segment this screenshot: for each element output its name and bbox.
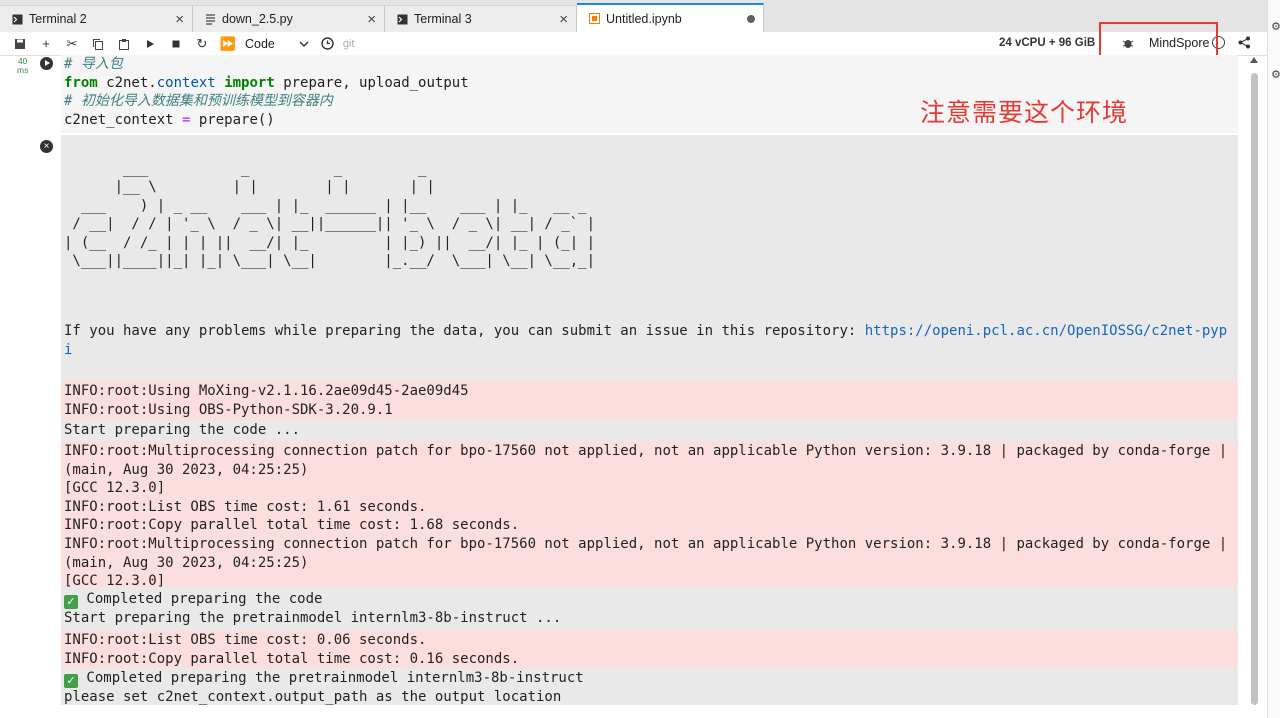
file-icon <box>205 13 216 25</box>
debugger-icon[interactable]: ⚙ <box>1271 68 1280 81</box>
log-line: Start preparing the code ... <box>64 422 301 438</box>
log-line: [GCC 12.3.0] <box>64 480 166 497</box>
stdout-block: Start preparing the code ... <box>61 420 1238 439</box>
code-token: . <box>148 74 157 91</box>
problem-text: If you have any problems while preparing… <box>64 323 865 339</box>
exec-time-unit: ms <box>17 65 29 75</box>
tab-label: down_2.5.py <box>222 12 293 26</box>
terminal-icon <box>12 14 23 25</box>
close-icon[interactable]: × <box>175 11 184 28</box>
add-cell-icon[interactable]: + <box>33 33 59 55</box>
log-line: [GCC 12.3.0] <box>64 573 166 590</box>
code-token: # 初始化导入数据集和预训练模型到容器内 <box>64 93 333 110</box>
code-token: c2net <box>97 74 149 91</box>
scrollbar-thumb[interactable] <box>1251 73 1258 705</box>
log-line: INFO:root:Using OBS-Python-SDK-3.20.9.1 <box>64 401 393 418</box>
stdout-block: ✓ Completed preparing the code Start prep… <box>61 589 1238 628</box>
tab-bar: Terminal 2 × down_2.5.py × Terminal 3 × … <box>0 0 1280 32</box>
cut-icon[interactable]: ✂ <box>59 33 85 55</box>
log-line: INFO:root:Multiprocessing connection pat… <box>64 443 1228 459</box>
code-token: import <box>224 74 275 91</box>
code-token: # 导入包 <box>64 56 123 72</box>
log-line: ✓ Completed preparing the pretrainmodel … <box>64 669 1238 688</box>
check-icon: ✓ <box>64 674 78 688</box>
log-line: INFO:root:Using MoXing-v2.1.16.2ae09d45-… <box>64 383 469 399</box>
copy-icon[interactable] <box>85 33 111 55</box>
chevron-down-icon <box>299 37 309 51</box>
code-line: # 初始化导入数据集和预训练模型到容器内 <box>64 92 469 111</box>
log-line: please set c2net_context.output_path as … <box>64 689 562 705</box>
tab-terminal-2[interactable]: Terminal 2 × <box>0 5 193 32</box>
notebook-icon <box>589 13 600 24</box>
resource-indicator: 24 vCPU + 96 GiB <box>999 37 1096 49</box>
annotation-note: 注意需要这个环境 <box>920 99 1129 127</box>
tab-label: Untitled.ipynb <box>606 11 682 26</box>
check-icon: ✓ <box>64 595 78 609</box>
code-token: from <box>64 74 98 91</box>
tab-down-2-5-py[interactable]: down_2.5.py × <box>193 5 385 32</box>
clock-icon[interactable] <box>315 33 341 55</box>
code-token: c2net_context <box>64 111 183 128</box>
cell-type-select[interactable]: Code <box>245 37 309 51</box>
problem-message: If you have any problems while preparing… <box>64 322 1227 341</box>
paste-icon[interactable] <box>111 33 137 55</box>
run-icon[interactable] <box>137 33 163 55</box>
repo-link-continued[interactable]: i <box>64 341 72 360</box>
tab-label: Terminal 3 <box>414 12 472 26</box>
property-inspector-icon[interactable]: ⚙ <box>1271 20 1280 33</box>
log-line: INFO:root:List OBS time cost: 1.61 secon… <box>64 498 427 515</box>
close-icon[interactable]: × <box>367 11 376 28</box>
stop-icon[interactable] <box>163 33 189 55</box>
tab-untitled-ipynb[interactable]: Untitled.ipynb <box>577 3 764 32</box>
log-line: INFO:root:List OBS time cost: 0.06 secon… <box>64 632 427 648</box>
cell-type-value: Code <box>245 36 275 51</box>
code-token: context <box>156 74 216 91</box>
log-line: INFO:root:Copy parallel total time cost:… <box>64 517 520 534</box>
git-label[interactable]: git <box>343 38 355 50</box>
stderr-block: INFO:root:List OBS time cost: 0.06 secon… <box>61 630 1238 668</box>
log-line: ✓ Completed preparing the code <box>64 590 1238 609</box>
scroll-up-icon[interactable] <box>1250 57 1258 63</box>
terminal-icon <box>397 14 408 25</box>
fast-forward-icon[interactable]: ⏩ <box>215 33 241 55</box>
stderr-block: INFO:root:Multiprocessing connection pat… <box>61 441 1238 589</box>
log-line: INFO:root:Copy parallel total time cost:… <box>64 650 520 667</box>
tab-terminal-3[interactable]: Terminal 3 × <box>385 5 577 32</box>
code-line: # 导入包 <box>64 55 469 74</box>
restart-icon[interactable]: ↻ <box>189 33 215 55</box>
code-text[interactable]: # 导入包 from c2net.context import prepare, … <box>64 55 469 129</box>
execution-time: 40 ms <box>17 57 28 75</box>
right-sidebar <box>1267 0 1280 718</box>
close-icon[interactable]: × <box>559 11 568 28</box>
code-line: c2net_context = prepare() <box>64 111 469 130</box>
log-line: (main, Aug 30 2023, 04:25:25) <box>64 554 309 571</box>
log-line: Start preparing the pretrainmodel intern… <box>64 610 562 626</box>
code-token: prepare() <box>190 111 275 128</box>
repo-link[interactable]: https://openi.pcl.ac.cn/OpenIOSSG/c2net-… <box>865 323 1227 339</box>
stderr-block: INFO:root:Using MoXing-v2.1.16.2ae09d45-… <box>61 381 1238 420</box>
ascii-banner: ___ _ _ _ |__ \ | | | | | | ___ ) | _ __… <box>64 161 596 270</box>
save-icon[interactable] <box>7 33 33 55</box>
unsaved-dot-icon[interactable] <box>747 14 755 23</box>
run-cell-icon[interactable] <box>40 57 53 70</box>
clear-output-icon[interactable]: × <box>40 140 53 153</box>
log-line: INFO:root:Multiprocessing connection pat… <box>64 535 1228 552</box>
log-line: (main, Aug 30 2023, 04:25:25) <box>64 461 309 478</box>
stdout-block: ✓ Completed preparing the pretrainmodel … <box>61 668 1238 705</box>
share-icon[interactable] <box>1238 36 1251 54</box>
tab-label: Terminal 2 <box>29 12 87 26</box>
code-line: from c2net.context import prepare, uploa… <box>64 74 469 93</box>
notebook-toolbar: + ✂ ↻ ⏩ Code git 24 vCPU + 96 GiB <box>0 32 1280 56</box>
code-token: prepare, upload_output <box>274 74 469 91</box>
